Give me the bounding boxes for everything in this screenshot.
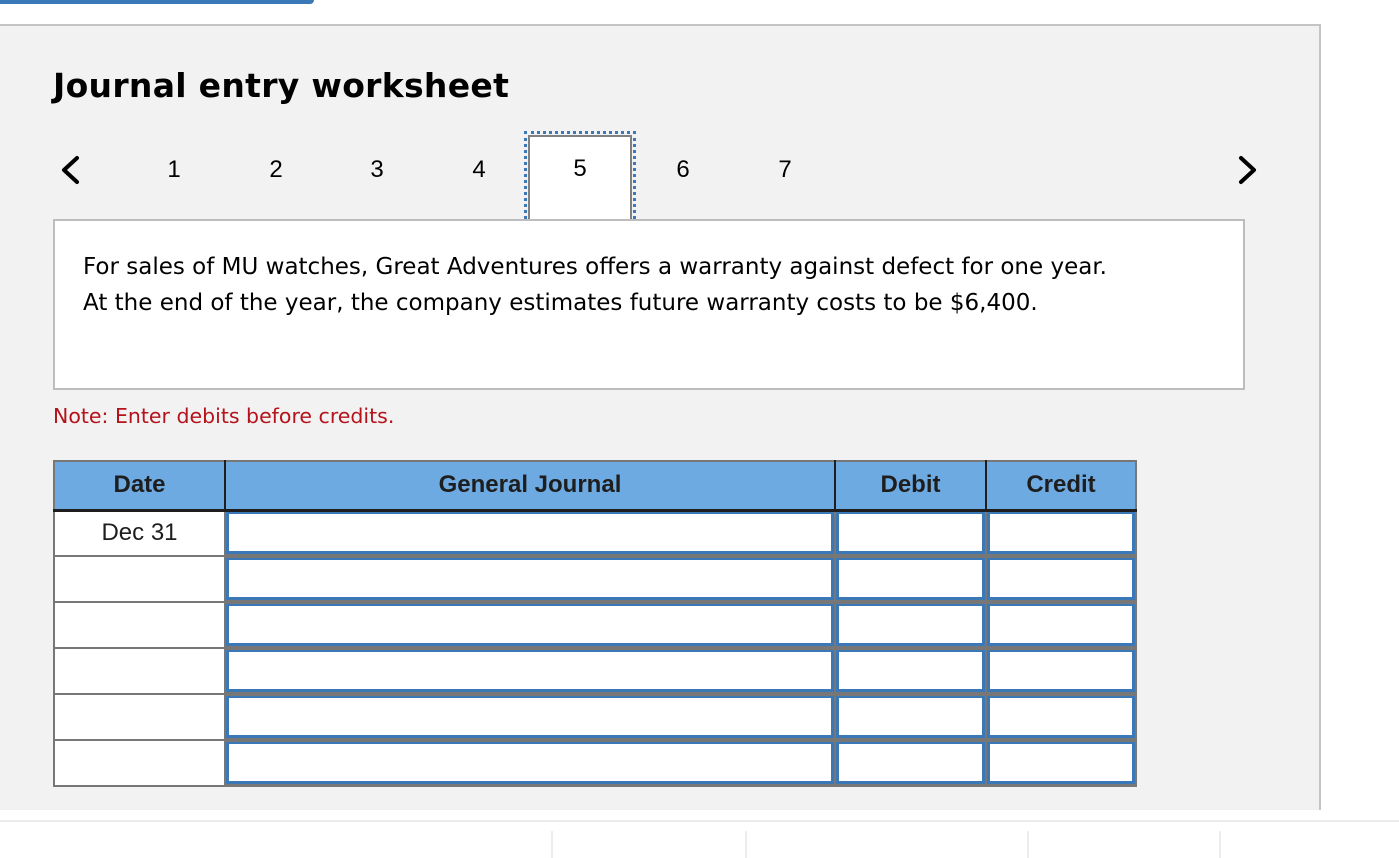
- credit-cell: [985, 647, 1137, 695]
- credit-input[interactable]: [987, 696, 1135, 738]
- account-input[interactable]: [226, 696, 834, 738]
- debit-input[interactable]: [836, 696, 985, 738]
- step-6[interactable]: 6: [663, 152, 703, 188]
- date-cell: [53, 555, 226, 603]
- account-input[interactable]: [226, 604, 834, 646]
- date-cell: [53, 739, 226, 787]
- account-cell: [224, 555, 836, 603]
- step-4[interactable]: 4: [459, 152, 499, 188]
- footer-separator: [1219, 831, 1221, 858]
- table-row: [53, 601, 1137, 649]
- date-cell: [53, 601, 226, 649]
- worksheet-title: Journal entry worksheet: [53, 66, 510, 105]
- debit-cell: [834, 509, 987, 557]
- journal-table: Date General Journal Debit Credit Dec 31: [53, 460, 1137, 787]
- account-cell: [224, 693, 836, 741]
- date-cell: [53, 693, 226, 741]
- table-row: [53, 739, 1137, 787]
- header-general-journal: General Journal: [225, 461, 836, 512]
- account-input[interactable]: [226, 650, 834, 692]
- account-input[interactable]: [226, 512, 834, 555]
- debit-input[interactable]: [836, 650, 985, 692]
- footer-separator: [1027, 831, 1029, 858]
- credit-cell: [985, 601, 1137, 649]
- question-box: For sales of MU watches, Great Adventure…: [53, 219, 1245, 390]
- credit-input[interactable]: [987, 742, 1135, 784]
- debit-input[interactable]: [836, 558, 985, 600]
- date-cell: Dec 31: [53, 509, 226, 557]
- debit-input[interactable]: [836, 512, 985, 555]
- date-cell: [53, 647, 226, 695]
- header-credit: Credit: [986, 461, 1137, 512]
- credit-input[interactable]: [987, 558, 1135, 600]
- prev-step-button[interactable]: [55, 152, 85, 188]
- footer-separator: [551, 831, 553, 858]
- chevron-left-icon: [62, 156, 79, 184]
- credit-cell: [985, 509, 1137, 557]
- credit-input[interactable]: [987, 650, 1135, 692]
- table-row: [53, 693, 1137, 741]
- debit-cell: [834, 693, 987, 741]
- step-3[interactable]: 3: [357, 152, 397, 188]
- question-text: For sales of MU watches, Great Adventure…: [83, 254, 1107, 316]
- credit-input[interactable]: [987, 604, 1135, 646]
- header-date: Date: [54, 461, 226, 512]
- account-cell: [224, 601, 836, 649]
- debit-cell: [834, 739, 987, 787]
- step-1[interactable]: 1: [154, 152, 194, 188]
- table-row: [53, 555, 1137, 603]
- footer-divider: [0, 820, 1399, 822]
- step-7[interactable]: 7: [765, 152, 805, 188]
- account-cell: [224, 509, 836, 557]
- account-input[interactable]: [226, 742, 834, 784]
- step-5-active[interactable]: 5: [524, 131, 636, 225]
- credit-input[interactable]: [987, 512, 1135, 555]
- credit-cell: [985, 693, 1137, 741]
- table-row: Dec 31: [53, 509, 1137, 557]
- chevron-right-icon: [1239, 156, 1256, 184]
- debit-cell: [834, 555, 987, 603]
- account-cell: [224, 647, 836, 695]
- debit-cell: [834, 647, 987, 695]
- table-header-row: Date General Journal Debit Credit: [54, 461, 1137, 512]
- step-2[interactable]: 2: [256, 152, 296, 188]
- account-cell: [224, 739, 836, 787]
- credit-cell: [985, 555, 1137, 603]
- footer-separator: [745, 831, 747, 858]
- debit-cell: [834, 601, 987, 649]
- next-step-button[interactable]: [1233, 152, 1263, 188]
- debit-input[interactable]: [836, 604, 985, 646]
- account-input[interactable]: [226, 558, 834, 600]
- top-tab-indicator: [0, 0, 314, 4]
- credit-cell: [985, 739, 1137, 787]
- header-debit: Debit: [835, 461, 987, 512]
- debit-input[interactable]: [836, 742, 985, 784]
- table-row: [53, 647, 1137, 695]
- note-text: Note: Enter debits before credits.: [53, 404, 395, 428]
